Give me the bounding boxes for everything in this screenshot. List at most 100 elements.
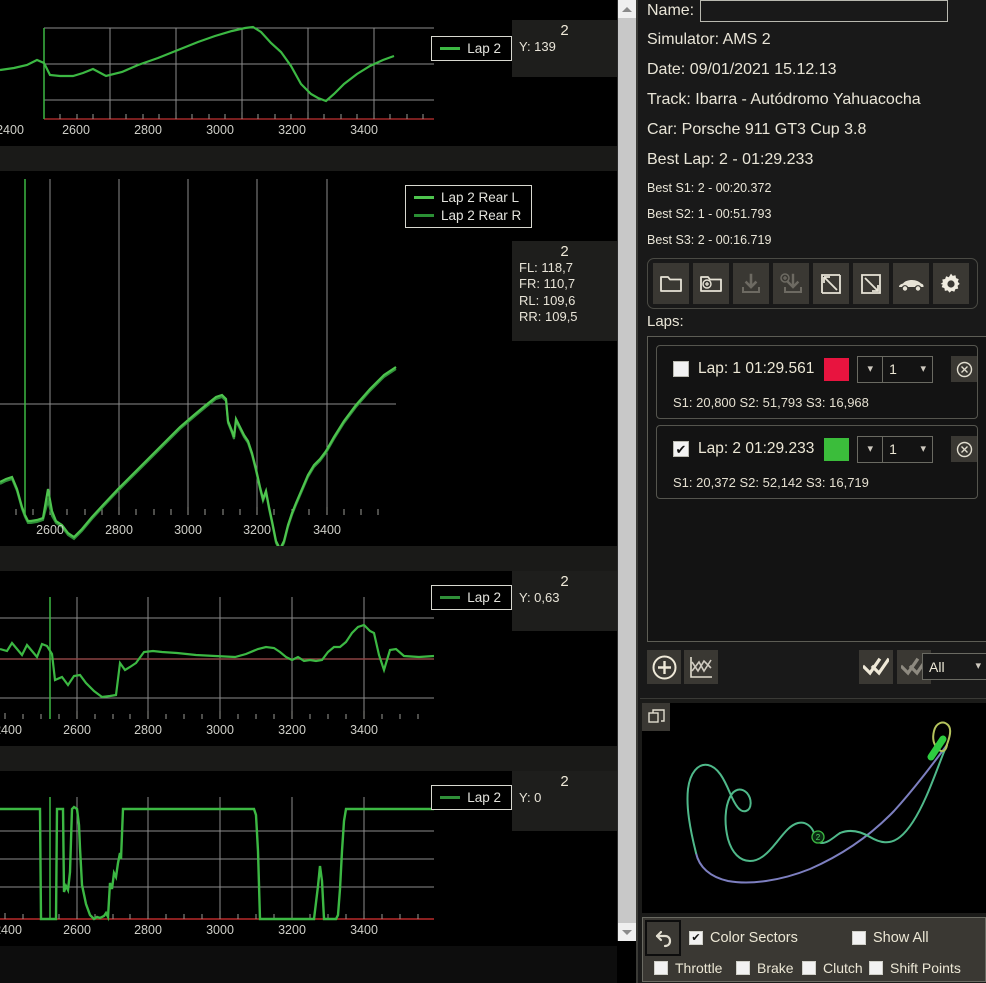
settings-button[interactable] xyxy=(933,263,969,304)
collapse-button[interactable] xyxy=(853,263,889,304)
collapse-arrow-icon xyxy=(861,273,881,294)
car-setup-button[interactable] xyxy=(893,263,929,304)
name-label: Name: xyxy=(647,2,695,19)
expand-button[interactable] xyxy=(813,263,849,304)
scroll-down-arrow-icon[interactable] xyxy=(618,923,636,941)
lap-remove-button[interactable] xyxy=(951,436,977,462)
axis-tick: 2800 xyxy=(134,723,162,737)
axis-tick: 2400 xyxy=(0,723,22,737)
check-all-button[interactable] xyxy=(859,650,893,684)
legend-item: Lap 2 xyxy=(440,41,501,56)
expand-arrow-icon xyxy=(821,273,841,294)
undo-arrow-icon xyxy=(655,930,672,948)
compare-chart-button[interactable] xyxy=(684,650,718,684)
chart-speed-readout: 2 Y: 139 xyxy=(512,20,617,77)
best-s3-info: Best S3: 2 - 00:16.719 xyxy=(647,233,772,247)
lap-style-dropdown[interactable]: ▾ xyxy=(857,435,884,463)
map-reset-button[interactable] xyxy=(645,920,681,956)
lap-color-swatch[interactable] xyxy=(824,437,850,461)
car-icon xyxy=(899,279,924,292)
readout-lap-number: 2 xyxy=(560,573,569,590)
plus-circle-icon xyxy=(652,655,676,679)
axis-tick: 3400 xyxy=(350,123,378,137)
track-map-svg: 2 xyxy=(642,703,986,913)
chart-steering-readout: 2 Y: 0,63 xyxy=(512,571,617,631)
double-check-icon xyxy=(863,657,889,676)
track-info: Track: Ibarra - Autódromo Yahuacocha xyxy=(647,91,921,108)
axis-tick: 2800 xyxy=(134,923,162,937)
laps-list[interactable]: Lap: 1 01:29.561 ▾ 1 ▾ S1: 20,800 S2: 51… xyxy=(647,336,986,642)
chart-divider xyxy=(0,146,617,171)
charts-scroll-area[interactable]: Lap 2 2 Y: 139 2400 2600 2800 3000 3200 … xyxy=(0,0,617,983)
clutch-checkbox[interactable] xyxy=(802,961,816,975)
readout-value: Y: 0,63 xyxy=(519,590,560,605)
shift-points-checkbox-row[interactable]: Shift Points xyxy=(869,960,961,976)
lap-visible-checkbox[interactable] xyxy=(673,361,689,377)
lap-filter-value: All xyxy=(929,658,945,675)
brake-checkbox-row[interactable]: Brake xyxy=(736,960,794,976)
brake-checkbox[interactable] xyxy=(736,961,750,975)
legend-item: Lap 2 xyxy=(440,590,501,605)
session-toolbar xyxy=(647,258,978,309)
save-button[interactable] xyxy=(733,263,769,304)
track-map-panel: 2 ✔ Color Sectors Show All Throttle Brak… xyxy=(640,698,986,983)
lap-visible-checkbox[interactable]: ✔ xyxy=(673,441,689,457)
axis-tick: 3200 xyxy=(278,723,306,737)
track-map-canvas[interactable]: 2 xyxy=(642,703,986,913)
throttle-checkbox[interactable] xyxy=(654,961,668,975)
lap-list-item[interactable]: ✔ Lap: 2 01:29.233 ▾ 1 ▾ S1: 20,372 S2: … xyxy=(656,425,978,499)
map-marker-label: 2 xyxy=(816,833,821,842)
readout-value: Y: 0 xyxy=(519,790,542,805)
shift-points-checkbox[interactable] xyxy=(869,961,883,975)
lap-remove-button[interactable] xyxy=(951,356,977,382)
lap-filter-dropdown[interactable]: All ▾ xyxy=(922,653,986,680)
throttle-checkbox-row[interactable]: Throttle xyxy=(654,960,722,976)
session-name-input[interactable] xyxy=(700,0,949,22)
readout-rl: RL: 109,6 xyxy=(519,292,576,308)
chart-speed-legend: Lap 2 xyxy=(431,36,512,61)
car-info: Car: Porsche 911 GT3 Cup 3.8 xyxy=(647,121,867,138)
chevron-down-icon: ▾ xyxy=(867,442,873,455)
close-circle-icon xyxy=(956,441,972,457)
lap-row-top: Lap: 1 01:29.561 ▾ 1 ▾ xyxy=(657,354,977,384)
charts-vertical-scrollbar[interactable] xyxy=(617,0,636,941)
chart-panel-throttle[interactable]: Lap 2 2 Y: 0 2400 2600 2800 3000 3200 34… xyxy=(0,771,617,946)
lap-width-value: 1 xyxy=(889,361,897,377)
readout-fl: FL: 118,7 xyxy=(519,260,573,275)
chart-tyre-temp-legend: Lap 2 Rear L Lap 2 Rear R xyxy=(405,185,533,228)
show-all-checkbox[interactable] xyxy=(852,931,866,945)
legend-swatch-icon xyxy=(414,214,434,217)
date-info: Date: 09/01/2021 15.12.13 xyxy=(647,61,837,78)
open-folder-button[interactable] xyxy=(653,263,689,304)
clutch-checkbox-row[interactable]: Clutch xyxy=(802,960,863,976)
lap-list-item[interactable]: Lap: 1 01:29.561 ▾ 1 ▾ S1: 20,800 S2: 51… xyxy=(656,345,978,419)
scrollbar-filler xyxy=(617,941,635,983)
color-sectors-checkbox[interactable]: ✔ xyxy=(689,931,703,945)
color-sectors-checkbox-row[interactable]: ✔ Color Sectors xyxy=(689,930,798,946)
lap-width-dropdown[interactable]: 1 ▾ xyxy=(883,355,934,383)
lap-style-dropdown[interactable]: ▾ xyxy=(857,355,884,383)
lap-width-value: 1 xyxy=(889,441,897,457)
lap-title: Lap: 1 01:29.561 xyxy=(697,360,815,377)
add-folder-button[interactable] xyxy=(693,263,729,304)
color-sectors-label: Color Sectors xyxy=(710,930,798,946)
axis-tick: 2800 xyxy=(134,123,162,137)
clutch-label: Clutch xyxy=(823,960,863,976)
save-as-button[interactable] xyxy=(773,263,809,304)
axis-tick: 3000 xyxy=(174,523,202,537)
add-lap-button[interactable] xyxy=(647,650,681,684)
chart-panel-tyre-temp[interactable]: Lap 2 Rear L Lap 2 Rear R 2 FL: 118,7 FR… xyxy=(0,171,617,546)
chart-panel-steering[interactable]: Lap 2 2 Y: 0,63 2400 2600 2800 3000 3200… xyxy=(0,571,617,746)
lap-width-dropdown[interactable]: 1 ▾ xyxy=(883,435,934,463)
legend-swatch-icon xyxy=(440,796,461,799)
best-lap-info: Best Lap: 2 - 01:29.233 xyxy=(647,151,814,168)
scrollbar-thumb[interactable] xyxy=(618,18,636,923)
map-expand-button[interactable] xyxy=(642,703,670,731)
show-all-checkbox-row[interactable]: Show All xyxy=(852,930,929,946)
scroll-up-arrow-icon[interactable] xyxy=(618,0,636,18)
close-circle-icon xyxy=(956,361,972,377)
throttle-label: Throttle xyxy=(675,960,723,976)
lap-color-swatch[interactable] xyxy=(824,357,850,381)
chart-throttle-axis-labels: 2400 2600 2800 3000 3200 3400 xyxy=(0,923,512,941)
chart-panel-speed[interactable]: Lap 2 2 Y: 139 2400 2600 2800 3000 3200 … xyxy=(0,0,617,146)
